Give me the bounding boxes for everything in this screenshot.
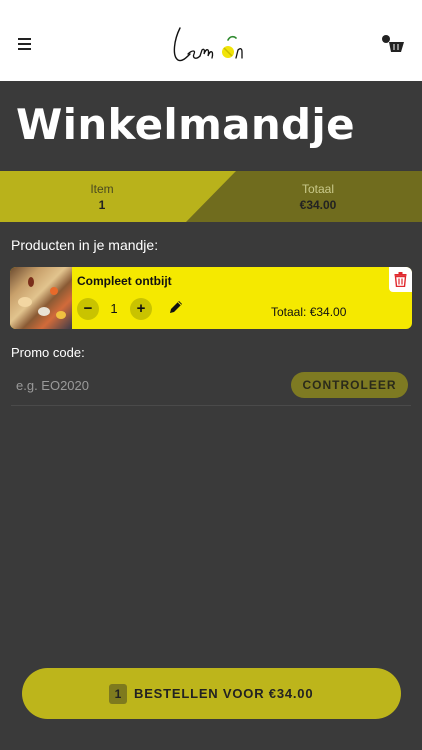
trash-icon <box>394 272 407 287</box>
products-heading: Producten in je mandje: <box>11 237 159 253</box>
product-image <box>10 267 72 329</box>
pencil-icon[interactable] <box>168 299 184 315</box>
items-count: 1 <box>98 198 106 212</box>
total-value: €34.00 <box>299 198 337 212</box>
order-label: BESTELLEN VOOR €34.00 <box>134 686 314 701</box>
increase-quantity-button[interactable]: + <box>130 298 152 320</box>
items-label: Item <box>90 182 114 196</box>
delete-item-button[interactable] <box>389 267 412 292</box>
summary-items: Item 1 <box>62 182 142 212</box>
check-promo-button[interactable]: CONTROLEER <box>291 372 408 398</box>
page-title: Winkelmandje <box>16 100 355 149</box>
order-button[interactable]: 1 BESTELLEN VOOR €34.00 <box>22 668 401 719</box>
order-count-badge: 1 <box>109 684 127 704</box>
quantity-value: 1 <box>110 301 118 316</box>
top-bar <box>0 0 422 81</box>
summary-total: Totaal €34.00 <box>278 182 358 212</box>
product-name: Compleet ontbijt <box>77 274 172 288</box>
cart-summary: Item 1 Totaal €34.00 <box>0 171 422 222</box>
decrease-quantity-button[interactable]: − <box>77 298 99 320</box>
promo-label: Promo code: <box>11 345 85 360</box>
product-total: Totaal: €34.00 <box>271 305 347 319</box>
total-label: Totaal <box>301 182 335 196</box>
promo-code-input[interactable] <box>11 371 281 399</box>
brand-logo <box>173 27 243 62</box>
cart-item: Compleet ontbijt − 1 + Totaal: €34.00 <box>10 267 412 329</box>
hamburger-icon[interactable] <box>18 38 31 50</box>
basket-icon[interactable] <box>380 34 406 54</box>
promo-divider <box>11 405 411 406</box>
